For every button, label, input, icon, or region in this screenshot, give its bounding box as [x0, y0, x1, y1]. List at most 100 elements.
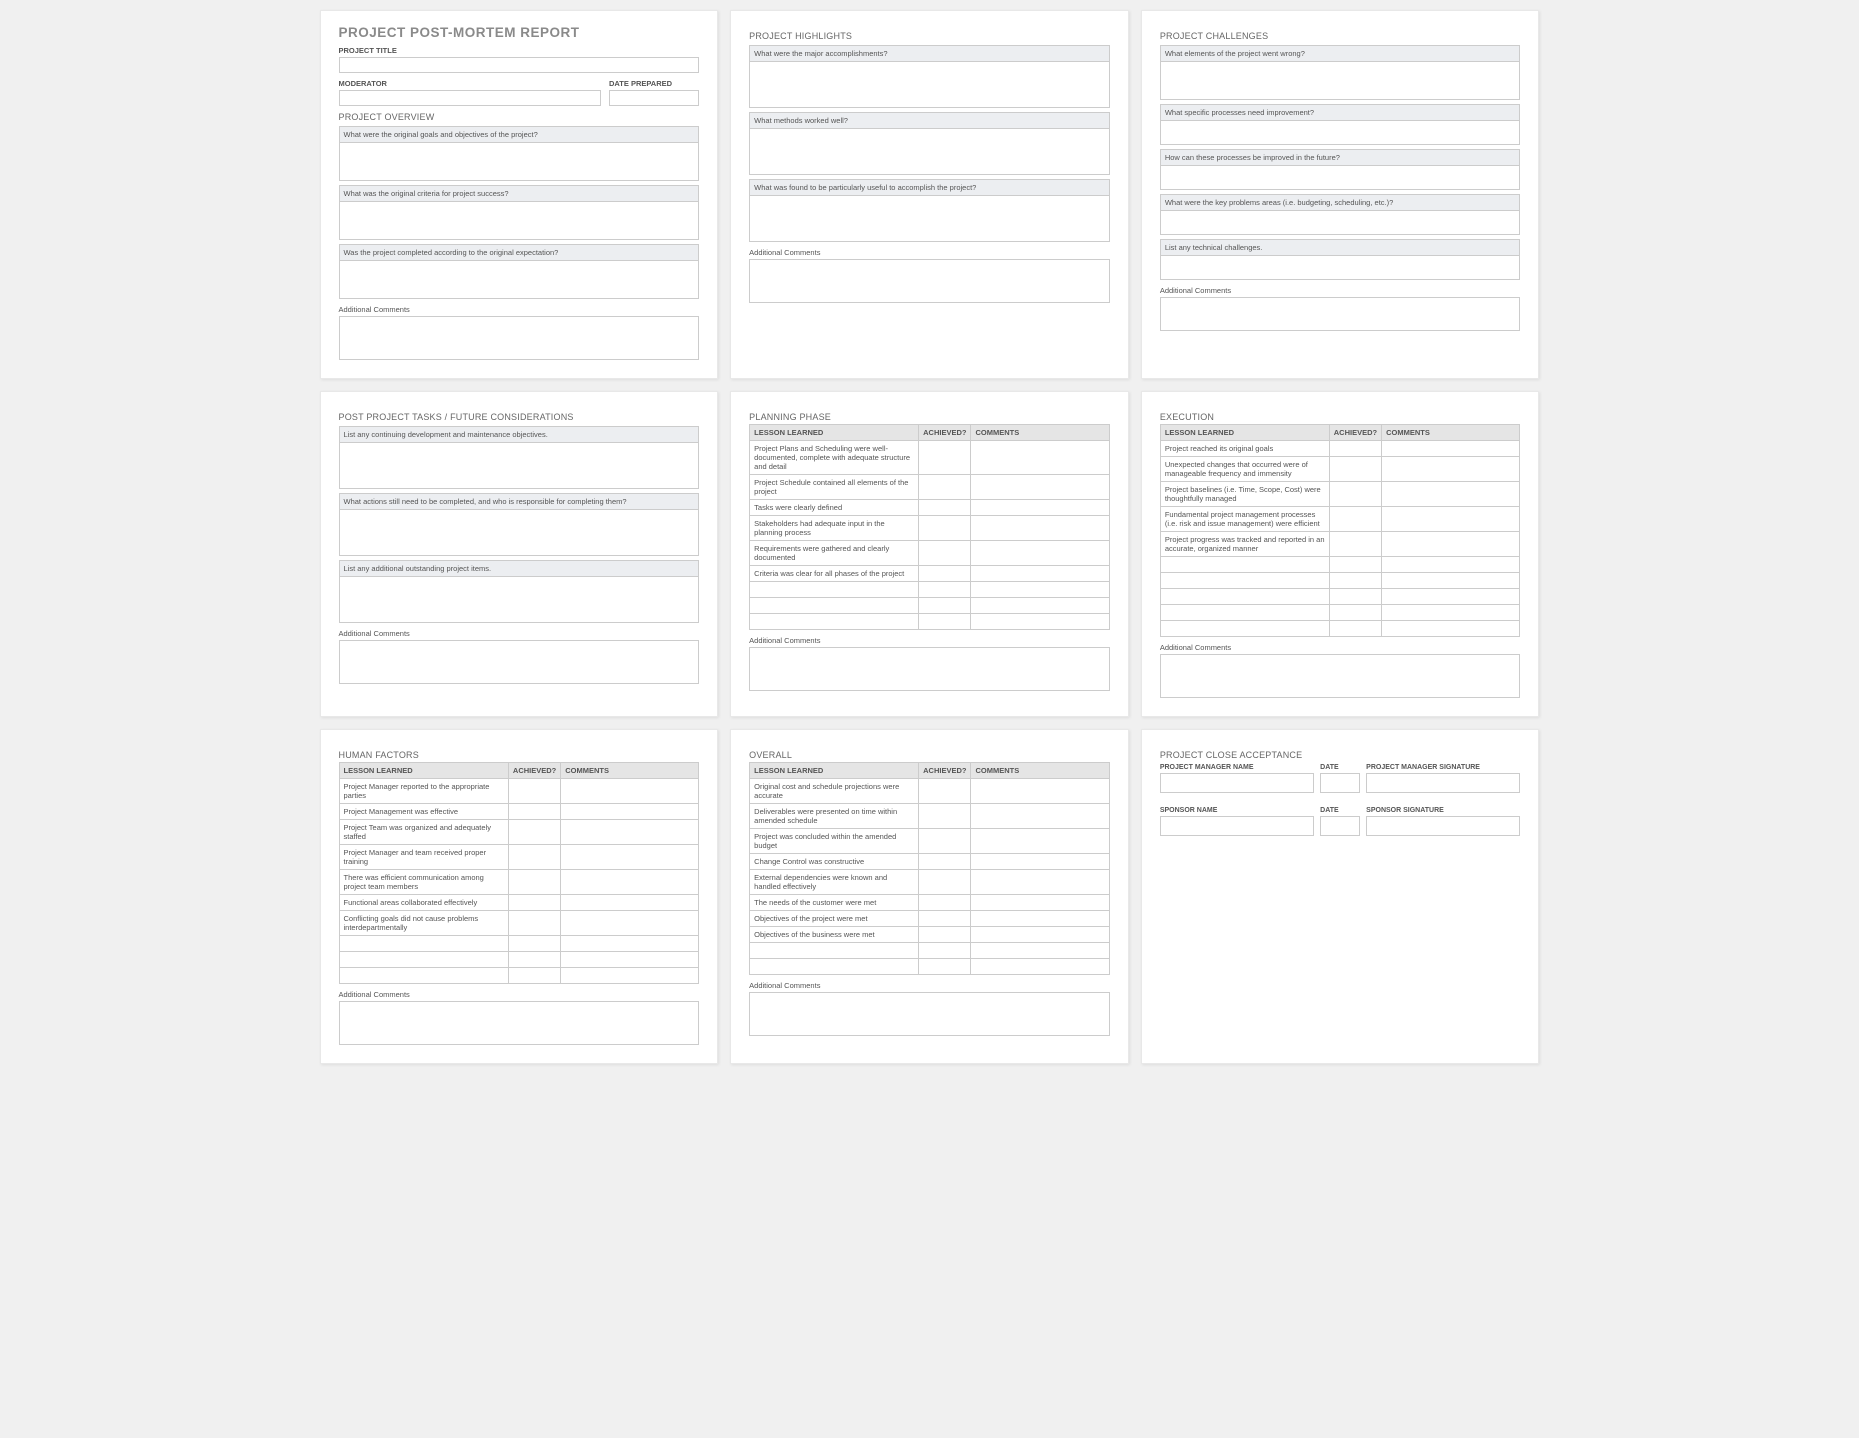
- comments-cell[interactable]: [1382, 441, 1520, 457]
- q-body[interactable]: [339, 202, 700, 240]
- comments-cell[interactable]: [1382, 507, 1520, 532]
- q-body[interactable]: [749, 129, 1110, 175]
- q-body[interactable]: [749, 62, 1110, 108]
- achieved-cell[interactable]: [508, 779, 560, 804]
- comments-cell[interactable]: [971, 779, 1109, 804]
- comments-cell[interactable]: [971, 614, 1109, 630]
- achieved-cell[interactable]: [1329, 532, 1381, 557]
- achieved-cell[interactable]: [919, 516, 971, 541]
- comments-cell[interactable]: [561, 804, 699, 820]
- achieved-cell[interactable]: [919, 475, 971, 500]
- comments-cell[interactable]: [1382, 573, 1520, 589]
- achieved-cell[interactable]: [919, 829, 971, 854]
- comments-cell[interactable]: [971, 927, 1109, 943]
- achieved-cell[interactable]: [1329, 507, 1381, 532]
- achieved-cell[interactable]: [919, 943, 971, 959]
- comments-cell[interactable]: [1382, 621, 1520, 637]
- comments-cell[interactable]: [971, 911, 1109, 927]
- comments-box[interactable]: [339, 316, 700, 360]
- achieved-cell[interactable]: [919, 541, 971, 566]
- achieved-cell[interactable]: [919, 911, 971, 927]
- comments-cell[interactable]: [561, 936, 699, 952]
- sponsor-name-input[interactable]: [1160, 816, 1314, 836]
- pm-date-input[interactable]: [1320, 773, 1360, 793]
- comments-cell[interactable]: [971, 870, 1109, 895]
- comments-cell[interactable]: [971, 829, 1109, 854]
- comments-cell[interactable]: [1382, 605, 1520, 621]
- comments-cell[interactable]: [561, 870, 699, 895]
- achieved-cell[interactable]: [508, 820, 560, 845]
- achieved-cell[interactable]: [919, 500, 971, 516]
- q-body[interactable]: [339, 510, 700, 556]
- achieved-cell[interactable]: [508, 911, 560, 936]
- comments-cell[interactable]: [1382, 482, 1520, 507]
- comments-cell[interactable]: [561, 952, 699, 968]
- sponsor-sig-input[interactable]: [1366, 816, 1520, 836]
- comments-box[interactable]: [339, 640, 700, 684]
- achieved-cell[interactable]: [508, 895, 560, 911]
- comments-cell[interactable]: [561, 911, 699, 936]
- achieved-cell[interactable]: [1329, 589, 1381, 605]
- comments-cell[interactable]: [561, 845, 699, 870]
- q-body[interactable]: [339, 143, 700, 181]
- achieved-cell[interactable]: [919, 779, 971, 804]
- achieved-cell[interactable]: [919, 566, 971, 582]
- comments-cell[interactable]: [971, 541, 1109, 566]
- q-body[interactable]: [1160, 211, 1521, 235]
- q-body[interactable]: [1160, 256, 1521, 280]
- achieved-cell[interactable]: [919, 959, 971, 975]
- comments-box[interactable]: [1160, 654, 1521, 698]
- comments-cell[interactable]: [971, 895, 1109, 911]
- comments-cell[interactable]: [1382, 589, 1520, 605]
- achieved-cell[interactable]: [919, 804, 971, 829]
- achieved-cell[interactable]: [1329, 621, 1381, 637]
- achieved-cell[interactable]: [1329, 605, 1381, 621]
- achieved-cell[interactable]: [1329, 557, 1381, 573]
- sponsor-date-input[interactable]: [1320, 816, 1360, 836]
- achieved-cell[interactable]: [508, 845, 560, 870]
- comments-cell[interactable]: [971, 854, 1109, 870]
- comments-cell[interactable]: [971, 566, 1109, 582]
- achieved-cell[interactable]: [1329, 573, 1381, 589]
- comments-box[interactable]: [1160, 297, 1521, 331]
- comments-cell[interactable]: [971, 500, 1109, 516]
- moderator-input[interactable]: [339, 90, 602, 106]
- achieved-cell[interactable]: [1329, 441, 1381, 457]
- comments-cell[interactable]: [561, 820, 699, 845]
- comments-cell[interactable]: [971, 959, 1109, 975]
- comments-box[interactable]: [339, 1001, 700, 1045]
- q-body[interactable]: [749, 196, 1110, 242]
- achieved-cell[interactable]: [919, 927, 971, 943]
- achieved-cell[interactable]: [508, 952, 560, 968]
- achieved-cell[interactable]: [508, 870, 560, 895]
- q-body[interactable]: [1160, 166, 1521, 190]
- achieved-cell[interactable]: [919, 614, 971, 630]
- achieved-cell[interactable]: [508, 804, 560, 820]
- project-title-input[interactable]: [339, 57, 700, 73]
- pm-name-input[interactable]: [1160, 773, 1314, 793]
- comments-cell[interactable]: [971, 475, 1109, 500]
- comments-cell[interactable]: [971, 516, 1109, 541]
- comments-cell[interactable]: [561, 779, 699, 804]
- date-prepared-input[interactable]: [609, 90, 699, 106]
- achieved-cell[interactable]: [919, 441, 971, 475]
- achieved-cell[interactable]: [919, 870, 971, 895]
- comments-cell[interactable]: [1382, 532, 1520, 557]
- q-body[interactable]: [1160, 121, 1521, 145]
- q-body[interactable]: [339, 577, 700, 623]
- achieved-cell[interactable]: [919, 854, 971, 870]
- q-body[interactable]: [339, 443, 700, 489]
- comments-cell[interactable]: [561, 895, 699, 911]
- comments-cell[interactable]: [1382, 457, 1520, 482]
- comments-cell[interactable]: [971, 582, 1109, 598]
- comments-box[interactable]: [749, 647, 1110, 691]
- achieved-cell[interactable]: [1329, 457, 1381, 482]
- comments-cell[interactable]: [971, 598, 1109, 614]
- achieved-cell[interactable]: [1329, 482, 1381, 507]
- q-body[interactable]: [339, 261, 700, 299]
- pm-sig-input[interactable]: [1366, 773, 1520, 793]
- achieved-cell[interactable]: [919, 895, 971, 911]
- achieved-cell[interactable]: [919, 582, 971, 598]
- comments-box[interactable]: [749, 992, 1110, 1036]
- comments-cell[interactable]: [971, 441, 1109, 475]
